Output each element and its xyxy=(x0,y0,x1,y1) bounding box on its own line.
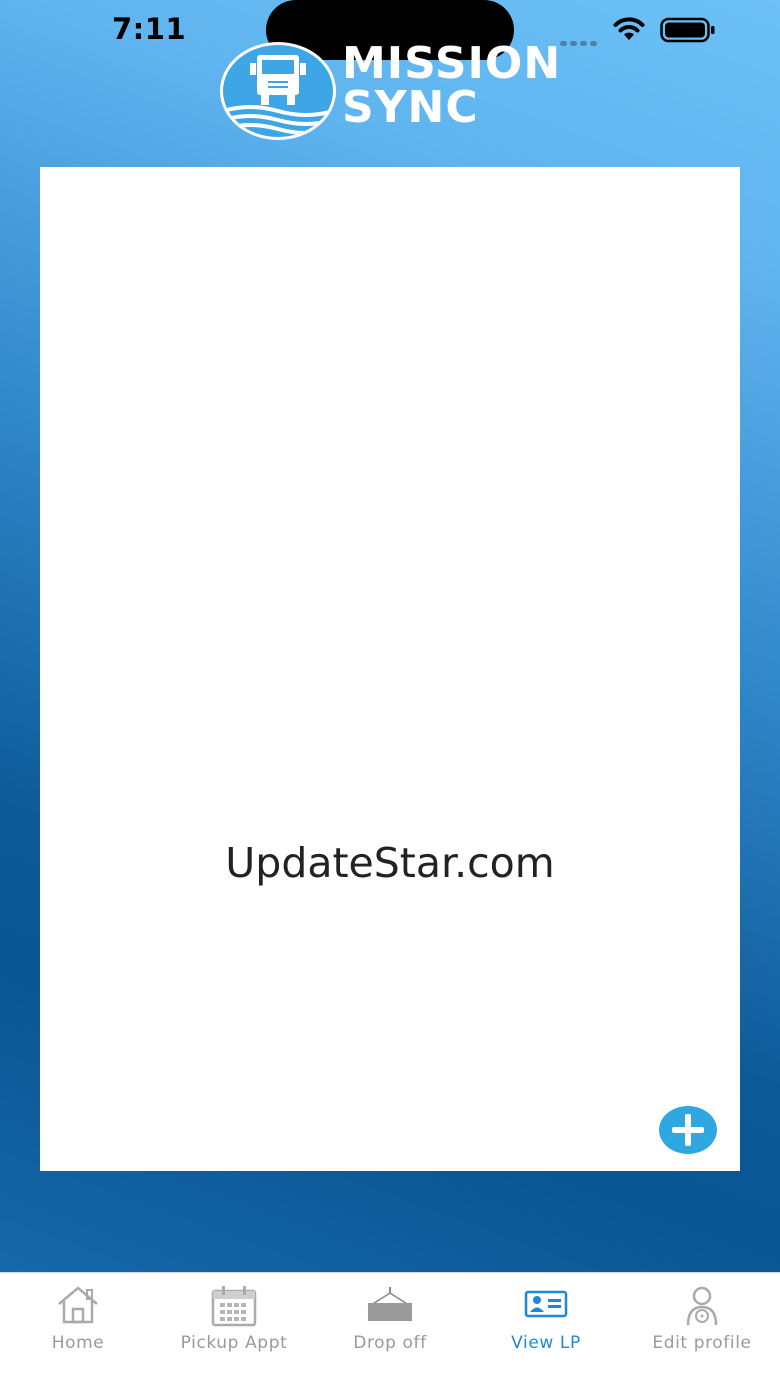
truck-logo-icon xyxy=(220,42,336,140)
tab-home[interactable]: Home xyxy=(0,1273,156,1373)
tab-label: Home xyxy=(51,1333,105,1353)
tab-drop-off[interactable]: Drop off xyxy=(312,1273,468,1373)
tab-label: Edit profile xyxy=(652,1333,752,1353)
cellular-signal-icon xyxy=(560,33,600,46)
mission-sync-logo: MISSION SYNC xyxy=(220,40,570,142)
tab-label: Drop off xyxy=(353,1333,427,1353)
tab-edit-profile[interactable]: Edit profile xyxy=(624,1273,780,1373)
logo-line-2: SYNC xyxy=(342,82,479,133)
tab-view-lp[interactable]: View LP xyxy=(468,1273,624,1373)
tab-pickup-appt[interactable]: Pickup Appt xyxy=(156,1273,312,1373)
tab-label: Pickup Appt xyxy=(180,1333,288,1353)
app-background: 7:11 MISSION SYNC UpdateStar.com xyxy=(0,0,780,1272)
profile-icon xyxy=(686,1286,718,1326)
logo-wordmark: MISSION SYNC xyxy=(342,42,561,130)
bottom-tab-bar: Home Pickup Appt Drop off View LP Edit p… xyxy=(0,1272,780,1387)
home-icon xyxy=(58,1286,98,1324)
add-button[interactable] xyxy=(659,1106,717,1154)
placeholder-text: UpdateStar.com xyxy=(225,839,555,887)
wifi-icon xyxy=(613,17,645,40)
battery-icon xyxy=(660,17,715,43)
logo-line-1: MISSION xyxy=(342,38,562,89)
content-panel: UpdateStar.com xyxy=(40,167,740,1171)
status-time: 7:11 xyxy=(112,12,187,46)
calendar-icon xyxy=(211,1286,257,1327)
tab-label: View LP xyxy=(511,1333,581,1353)
container-drop-icon xyxy=(367,1287,413,1321)
license-card-icon xyxy=(524,1290,568,1318)
